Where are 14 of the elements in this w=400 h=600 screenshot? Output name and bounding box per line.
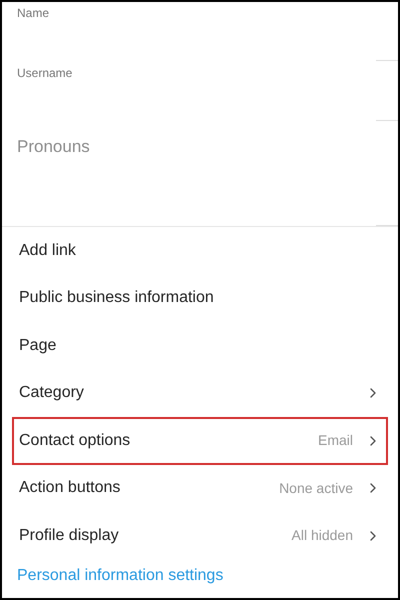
row-label: Page: [19, 336, 58, 356]
row-label: Action buttons: [19, 478, 122, 498]
row-value: None active: [279, 478, 353, 498]
row-label: Contact options: [19, 430, 132, 451]
row-value: Email: [318, 431, 353, 450]
row-label: Add link: [19, 240, 77, 261]
settings-link[interactable]: Personal information settings: [17, 566, 224, 584]
row-label: Profile display: [19, 526, 120, 546]
field-label: Name: [17, 5, 50, 22]
row-label: Category: [19, 383, 85, 404]
row-label: Public business information: [19, 288, 215, 308]
row-value: All hidden: [292, 526, 353, 546]
field-label: Username: [17, 65, 72, 82]
field-label: Pronouns: [17, 136, 90, 158]
